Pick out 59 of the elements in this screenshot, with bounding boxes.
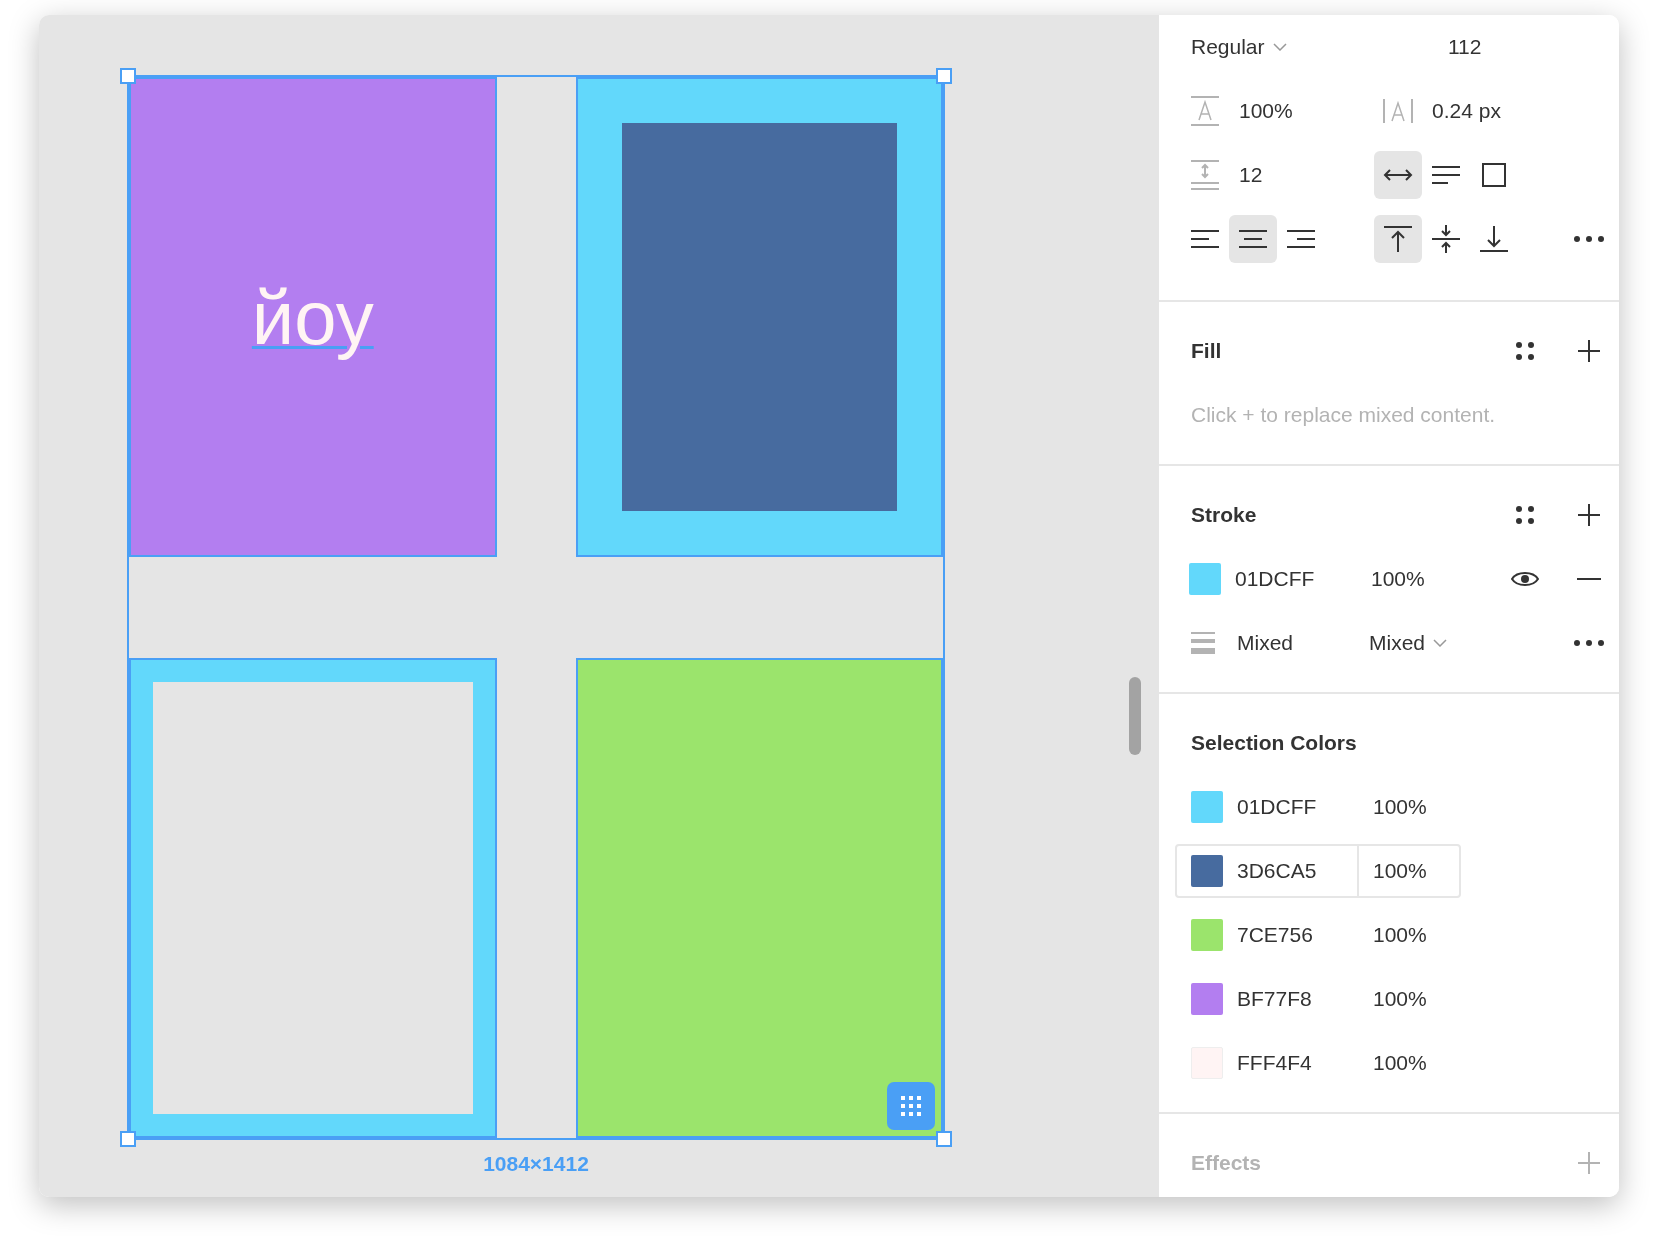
section-title: Stroke: [1191, 503, 1257, 527]
chevron-down-icon: [1433, 639, 1448, 647]
color-swatch[interactable]: [1189, 563, 1221, 595]
grid-button[interactable]: [887, 1082, 935, 1130]
scrollbar[interactable]: [1129, 677, 1141, 755]
letter-spacing-field[interactable]: 0.24 px: [1432, 99, 1501, 123]
color-row[interactable]: 3D6CA5 100%: [1175, 844, 1461, 898]
resize-handle[interactable]: [120, 1131, 136, 1147]
stroke-weight-field[interactable]: Mixed: [1237, 631, 1369, 655]
chevron-down-icon: [1272, 43, 1287, 51]
color-swatch[interactable]: [1191, 791, 1223, 823]
align-right-icon: [1286, 229, 1316, 249]
resize-handle[interactable]: [936, 68, 952, 84]
section-title: Fill: [1191, 339, 1222, 363]
eye-icon[interactable]: [1511, 570, 1539, 588]
stroke-position-dropdown[interactable]: Mixed: [1369, 631, 1448, 655]
drag-dots-icon[interactable]: [1515, 341, 1535, 361]
drag-dots-icon[interactable]: [1515, 505, 1535, 525]
align-center-icon: [1238, 229, 1268, 249]
align-bottom-icon: [1479, 225, 1509, 253]
align-top-icon: [1383, 225, 1413, 253]
square-icon: [1482, 163, 1506, 187]
paragraph-spacing-field[interactable]: 12: [1239, 163, 1263, 187]
color-swatch[interactable]: [1191, 983, 1223, 1015]
font-style-dropdown[interactable]: Regular: [1191, 35, 1448, 59]
toggle-button[interactable]: [1374, 151, 1422, 199]
lines-icon: [1431, 165, 1461, 185]
align-middle-icon: [1431, 224, 1461, 254]
line-height-field[interactable]: 100%: [1239, 99, 1293, 123]
color-row[interactable]: 7CE756 100%: [1175, 908, 1461, 962]
stroke-weight-icon: [1190, 631, 1216, 655]
resize-handle[interactable]: [936, 1131, 952, 1147]
hint-text: Click + to replace mixed content.: [1191, 403, 1496, 427]
hex-field[interactable]: 01DCFF: [1235, 567, 1357, 591]
paragraph-spacing-icon: [1189, 159, 1221, 191]
color-row[interactable]: BF77F8 100%: [1175, 972, 1461, 1026]
more-icon[interactable]: [1574, 640, 1604, 646]
more-icon[interactable]: [1574, 236, 1604, 242]
section-title: Effects: [1191, 1151, 1262, 1175]
section-title: Selection Colors: [1191, 731, 1357, 755]
rectangle[interactable]: [575, 658, 943, 1138]
color-row[interactable]: 01DCFF 100%: [1175, 780, 1461, 834]
arrows-horizontal-icon: [1383, 167, 1413, 183]
plus-icon[interactable]: [1577, 503, 1601, 527]
plus-icon[interactable]: [1577, 339, 1601, 363]
color-row[interactable]: FFF4F4 100%: [1175, 1036, 1461, 1090]
opacity-field[interactable]: 100%: [1371, 567, 1425, 591]
toggle-button[interactable]: [1229, 215, 1277, 263]
color-swatch[interactable]: [1191, 855, 1223, 887]
line-height-icon: [1189, 95, 1221, 127]
font-size-field[interactable]: 112: [1448, 35, 1482, 59]
align-left-icon: [1190, 229, 1220, 249]
letter-spacing-icon: [1382, 97, 1414, 125]
toggle-button[interactable]: [1374, 215, 1422, 263]
color-swatch[interactable]: [1191, 919, 1223, 951]
grid-icon: [899, 1094, 923, 1118]
resize-handle[interactable]: [120, 68, 136, 84]
size-label: 1084×1412: [482, 1152, 590, 1176]
rectangle[interactable]: [575, 77, 943, 557]
